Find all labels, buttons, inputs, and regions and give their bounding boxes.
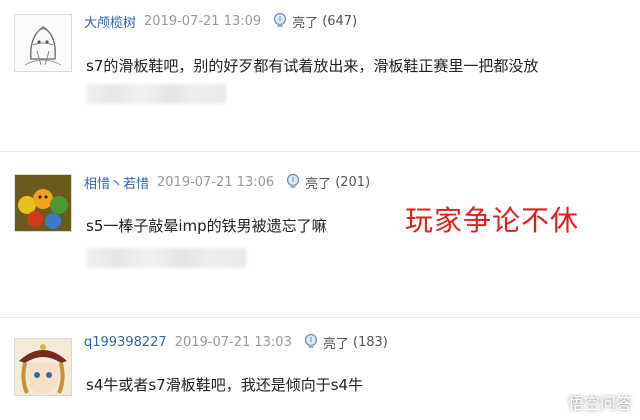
timestamp: 2019-07-21 13:09	[144, 13, 262, 29]
avatar[interactable]	[14, 338, 72, 396]
comment-meta: 相惜丶若惜 2019-07-21 13:06 亮了 (201)	[84, 172, 370, 192]
comment-meta: 大颅榄树 2019-07-21 13:09 亮了 (647)	[84, 11, 357, 31]
overlay-caption: 玩家争论不休	[405, 204, 580, 237]
like-count: (183)	[352, 334, 388, 350]
like-count: (201)	[335, 174, 371, 190]
lightbulb-icon[interactable]	[302, 333, 320, 351]
comment-text: s7的滑板鞋吧，别的好歹都有试着放出来，滑板鞋正赛里一把都没放	[86, 57, 539, 75]
comment-1: 大颅榄树 2019-07-21 13:09 亮了 (647) s7的滑板鞋吧，别…	[0, 0, 640, 152]
username[interactable]: 相惜丶若惜	[84, 173, 149, 192]
username[interactable]: q199398227	[84, 335, 167, 350]
timestamp: 2019-07-21 13:03	[174, 334, 292, 350]
like-count: (647)	[322, 13, 358, 29]
like-label[interactable]: 亮了	[323, 333, 349, 352]
like-label[interactable]: 亮了	[292, 12, 318, 31]
avatar[interactable]	[14, 14, 72, 72]
watermark-text: 悟空问答	[567, 394, 632, 413]
username[interactable]: 大颅榄树	[84, 12, 136, 31]
watermark: 悟空问答	[542, 390, 632, 414]
blurred-content	[86, 84, 226, 104]
lightbulb-icon[interactable]	[271, 12, 289, 30]
wukong-logo-icon	[542, 391, 564, 413]
avatar[interactable]	[14, 174, 72, 232]
blurred-content	[86, 248, 246, 268]
comment-text: s4牛或者s7滑板鞋吧，我还是倾向于s4牛	[86, 376, 364, 394]
comment-text: s5一棒子敲晕imp的铁男被遗忘了嘛	[86, 217, 327, 235]
timestamp: 2019-07-21 13:06	[157, 174, 275, 190]
comment-meta: q199398227 2019-07-21 13:03 亮了 (183)	[84, 332, 388, 352]
like-label[interactable]: 亮了	[305, 173, 331, 192]
lightbulb-icon[interactable]	[284, 173, 302, 191]
